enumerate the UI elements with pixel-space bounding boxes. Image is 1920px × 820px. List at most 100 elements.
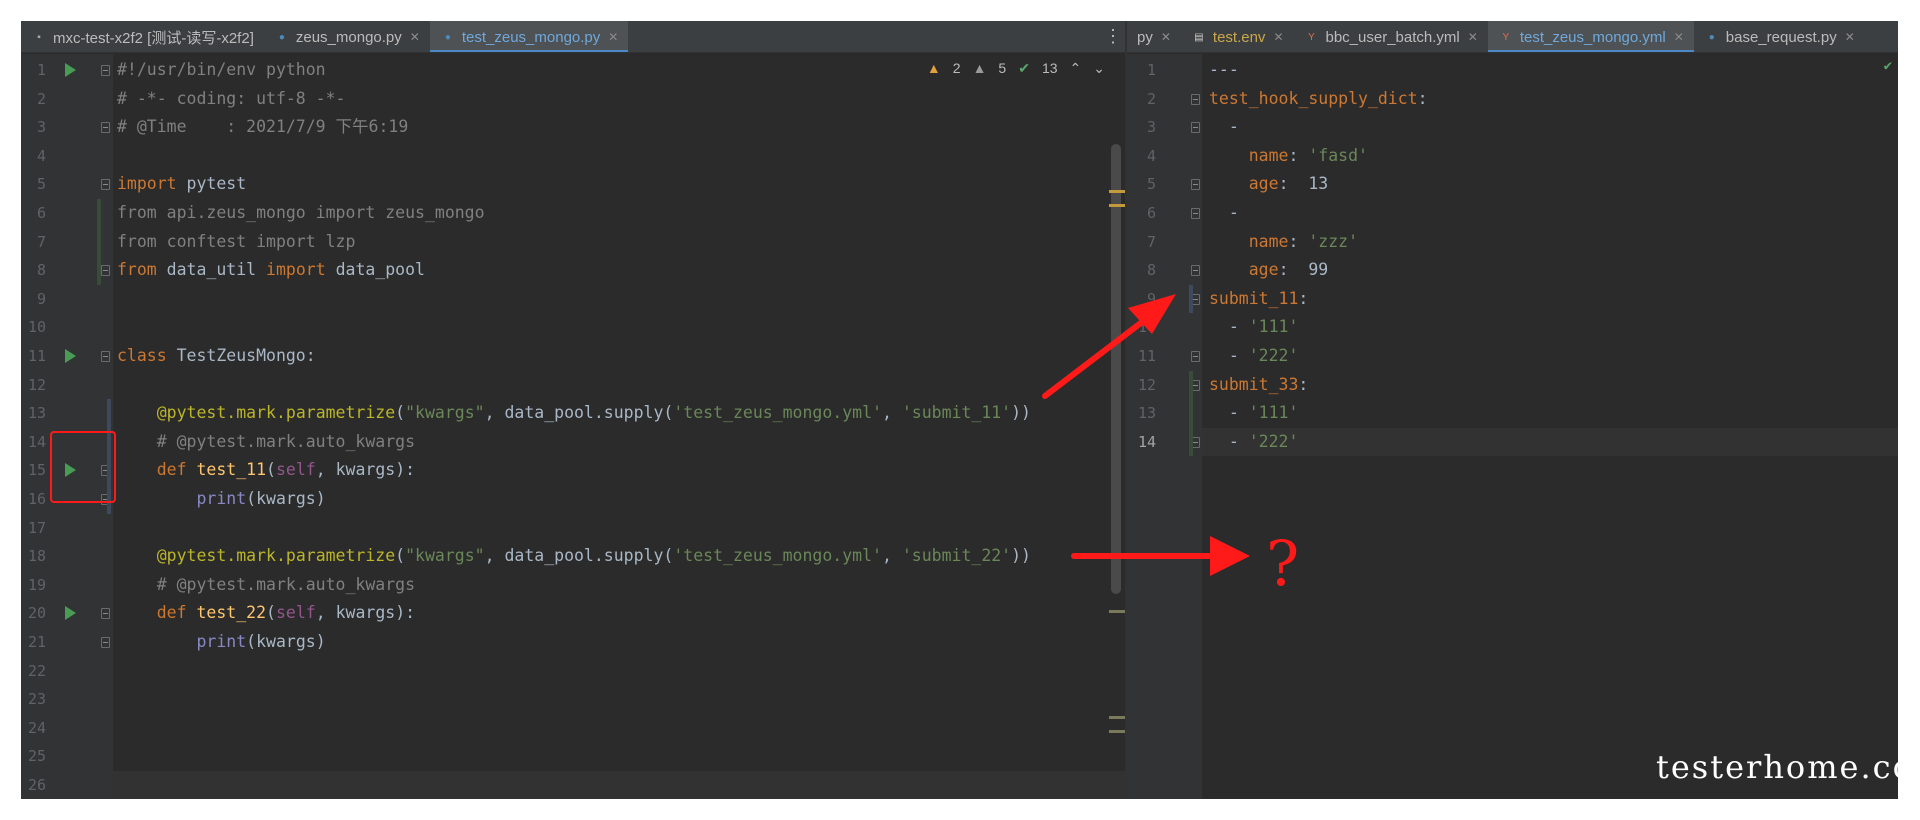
code-line[interactable]: from data_util import data_pool [117,256,425,285]
right-tab-1[interactable]: ▤ test.env ✕ [1181,21,1294,52]
code-line[interactable]: - '222' [1209,428,1299,457]
fold-icon[interactable] [1191,208,1200,219]
code-line[interactable]: submit_33: [1209,371,1308,400]
python-editor[interactable]: ▲ 2 ▲ 5 ✔ 13 ⌃ ⌄ 1 2 3 4 5 6 7 8 9 10 11 12 13 14 15 16… [21,54,1125,799]
line-number: 19 [27,575,46,594]
code-token: ( [395,546,406,566]
code-line[interactable]: @pytest.mark.parametrize("kwargs", data_… [117,399,1031,428]
highlight-box [50,431,116,503]
fold-icon[interactable] [101,122,110,134]
line-number: 23 [27,690,46,709]
vcs-added-marker [1189,370,1193,457]
run-class-icon[interactable] [65,349,76,363]
right-tab-2[interactable]: Ybbc_user_batch.yml ✕ [1294,21,1488,52]
fold-icon[interactable] [101,351,110,362]
scroll-marker[interactable] [1109,716,1125,719]
fold-icon[interactable] [101,608,110,620]
scroll-marker[interactable] [1109,730,1125,733]
fold-icon[interactable] [1191,93,1200,105]
vertical-scrollbar[interactable] [1111,144,1121,594]
scroll-marker[interactable] [1109,190,1125,193]
code-token: # @pytest.mark.auto_kwargs [117,431,416,451]
close-icon[interactable]: ✕ [410,30,420,44]
yaml-editor[interactable]: ✔ 1 2 3 4 5 6 7 8 9 10 11 12 13 14 --- test_hook_supply… [1127,54,1898,799]
close-icon[interactable]: ✕ [608,30,618,44]
code-line[interactable]: name: 'fasd' [1209,142,1368,171]
code-line[interactable]: class TestZeusMongo: [117,342,316,371]
chevron-down-icon[interactable]: ⌄ [1093,60,1105,77]
code-line[interactable]: - [1209,113,1239,142]
code-line[interactable]: test_hook_supply_dict: [1209,85,1428,114]
close-icon[interactable]: ✕ [1468,30,1478,44]
code-line[interactable]: from conftest import lzp [117,228,355,257]
tab-label: test.env [1212,28,1266,46]
code-line[interactable]: - '222' [1209,342,1299,371]
code-line[interactable]: submit_11: [1209,285,1308,314]
code-line[interactable]: print(kwargs) [117,628,325,657]
vcs-added-marker [97,199,101,285]
code-line[interactable]: # @Time : 2021/7/9 下午6:19 [117,113,408,142]
code-line[interactable]: age: 99 [1209,256,1328,285]
yml-icon: Y [1502,31,1510,43]
code-line[interactable]: - '111' [1209,399,1299,428]
close-icon[interactable]: ✕ [1161,30,1171,44]
fold-icon[interactable] [101,637,110,648]
close-icon[interactable]: ✕ [1845,30,1855,44]
run-file-icon[interactable] [65,63,76,77]
right-tab-3[interactable]: Ytest_zeus_mongo.yml ✕ [1487,21,1694,52]
chevron-up-icon[interactable]: ⌃ [1070,60,1082,77]
code-line[interactable]: @pytest.mark.parametrize("kwargs", data_… [117,542,1031,571]
code-line[interactable]: # @pytest.mark.auto_kwargs [117,571,415,600]
right-tab-0[interactable]: py ✕ [1127,21,1181,52]
line-number: 10 [27,318,46,337]
code-line[interactable]: --- [1209,56,1239,85]
inspection-widget[interactable]: ▲ 2 ▲ 5 ✔ 13 ⌃ ⌄ [927,56,1105,80]
more-tabs-icon[interactable]: ⋮ [1101,21,1125,52]
line-number: 11 [27,347,46,365]
code-token: self [275,460,316,480]
code-line[interactable]: - [1209,199,1239,228]
code-token: --- [1209,60,1239,79]
fold-icon[interactable] [1191,351,1200,362]
close-icon[interactable]: ✕ [1674,30,1684,44]
code-token: def [156,603,187,623]
scroll-marker[interactable] [1109,610,1125,613]
fold-icon[interactable] [101,65,110,76]
code-token: name [1248,231,1289,251]
code-token: submit_33 [1209,374,1299,394]
fold-icon[interactable] [101,179,110,191]
line-number: 3 [1146,118,1156,137]
left-tab-1[interactable]: ● zeus_mongo.py ✕ [264,21,430,52]
project-icon: ▪ [37,31,41,43]
code-line[interactable]: import pytest [117,170,246,199]
code-token: : [1298,374,1309,394]
vcs-changed-marker [1189,284,1193,314]
close-icon[interactable]: ✕ [1273,30,1283,44]
fold-icon[interactable] [1191,265,1200,277]
code-line[interactable]: print(kwargs) [117,485,325,514]
code-line[interactable]: # -*- coding: utf-8 -*- [117,85,345,114]
code-line[interactable]: def test_22(self, kwargs): [117,599,415,628]
code-line[interactable]: # @pytest.mark.auto_kwargs [117,428,415,457]
scroll-marker[interactable] [1109,204,1125,207]
code-line[interactable]: name: 'zzz' [1209,228,1358,257]
fold-icon[interactable] [1191,122,1200,134]
code-token: : 13 [1278,174,1329,194]
code-line[interactable]: def test_11(self, kwargs): [117,456,415,485]
left-tab-0[interactable]: ▪ mxc-test-x2f2 [测试-读写-x2f2] [21,21,264,52]
fold-icon[interactable] [101,265,110,277]
code-token: 'submit_11' [901,403,1012,423]
fold-icon[interactable] [1191,179,1200,191]
run-test-22-icon[interactable] [65,606,76,621]
code-line[interactable]: from api.zeus_mongo import zeus_mongo [117,199,485,228]
code-line[interactable]: age: 13 [1209,170,1328,199]
line-number: 5 [36,175,46,194]
code-line[interactable]: #!/usr/bin/env python [117,56,326,85]
code-line[interactable]: - '111' [1209,313,1299,342]
right-tab-4[interactable]: ● base_request.py ✕ [1694,21,1865,52]
line-number: 7 [1146,232,1156,251]
code-token: 'submit_22' [901,546,1012,566]
left-tab-2[interactable]: ● test_zeus_mongo.py ✕ [429,21,629,52]
